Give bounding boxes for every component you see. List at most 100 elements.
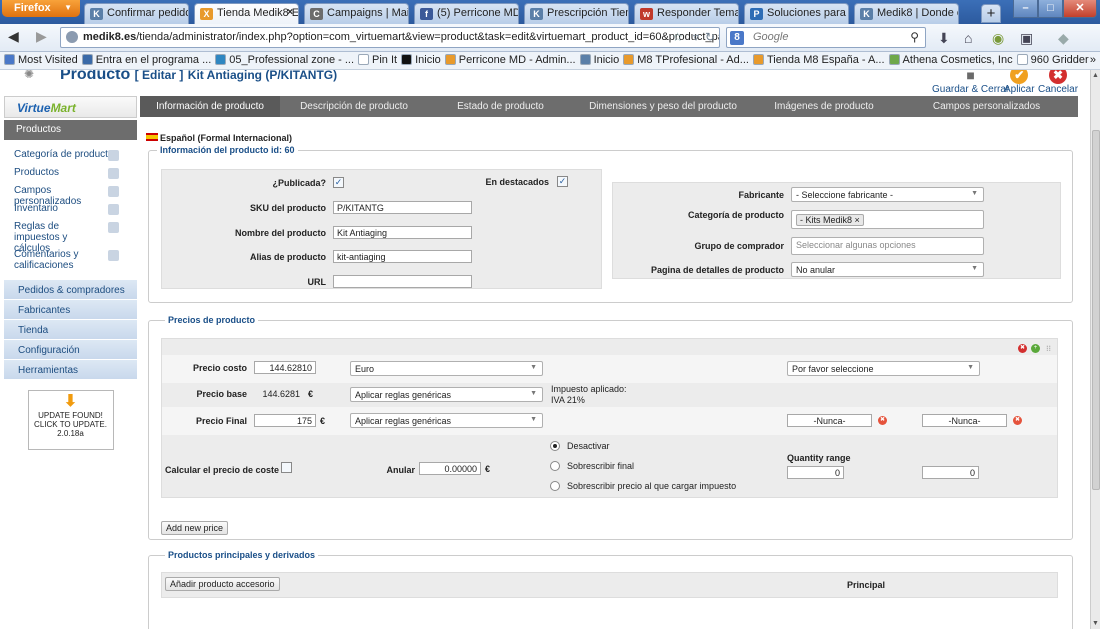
- google-icon[interactable]: 8: [730, 31, 744, 45]
- save-close-button[interactable]: ■ Guardar & Cerrar: [932, 70, 1009, 95]
- dropdown-icon[interactable]: ▿: [693, 30, 699, 44]
- scroll-down-icon[interactable]: ▼: [1092, 620, 1099, 627]
- sidebar-category[interactable]: Herramientas: [4, 360, 137, 380]
- close-tab-icon[interactable]: ×: [287, 7, 293, 18]
- cost-price-input[interactable]: 144.62810: [254, 361, 316, 374]
- sidebar-item[interactable]: Productos: [14, 166, 137, 184]
- manufacturer-select[interactable]: - Seleccione fabricante - ▼: [791, 187, 984, 202]
- site-identity-icon[interactable]: [66, 31, 78, 43]
- search-icon[interactable]: ⚲: [910, 30, 919, 44]
- page-scrollbar[interactable]: ▲ ▼: [1090, 70, 1100, 629]
- base-rules-select[interactable]: Aplicar reglas genéricas ▼: [350, 387, 543, 402]
- new-tab-button[interactable]: +: [981, 4, 1001, 23]
- clear-date-icon[interactable]: ✖: [878, 416, 887, 425]
- url-input[interactable]: [333, 275, 472, 288]
- radio-disable[interactable]: [550, 441, 560, 451]
- minimize-icon[interactable]: –: [1013, 0, 1038, 18]
- bookmark-star-icon[interactable]: ☆: [672, 30, 683, 44]
- sidebar-item[interactable]: Reglas de impuestos y cálculos: [14, 220, 137, 254]
- product-tab[interactable]: Imágenes de producto: [753, 96, 895, 117]
- more-icon[interactable]: ◆: [1058, 30, 1069, 47]
- add-new-price-button[interactable]: Add new price: [161, 521, 229, 535]
- bookmark-item[interactable]: 960 Gridder: [1016, 54, 1089, 66]
- browser-tab[interactable]: K Confirmar pedido: [84, 3, 189, 24]
- product-tab[interactable]: Descripción de producto: [280, 96, 428, 117]
- calc-cost-checkbox[interactable]: [281, 462, 292, 473]
- browser-tab[interactable]: C Campaigns | MailC...: [304, 3, 409, 24]
- add-price-icon[interactable]: +: [1031, 344, 1040, 353]
- bookmark-item[interactable]: Inicio: [579, 54, 619, 66]
- browser-tab[interactable]: f (5) Perricone MD Es...: [414, 3, 519, 24]
- product-tab[interactable]: Estado de producto: [428, 96, 573, 117]
- category-multiselect[interactable]: - Kits Medik8 ×: [791, 210, 984, 229]
- remove-price-icon[interactable]: ✖: [1018, 344, 1027, 353]
- alias-input[interactable]: kit-antiaging: [333, 250, 472, 263]
- menu-icon[interactable]: ▣: [1020, 30, 1033, 47]
- download-icon[interactable]: ⬇: [938, 30, 950, 47]
- bookmark-item[interactable]: 05_Professional zone - ...: [215, 54, 354, 66]
- sidebar-item[interactable]: Campos personalizados: [14, 184, 137, 207]
- browser-tab[interactable]: XTienda Medik8 E...×: [194, 3, 299, 24]
- search-input[interactable]: 8 Google ⚲: [726, 27, 926, 48]
- drag-handle-icon[interactable]: ⁝⁝: [1044, 344, 1053, 353]
- close-icon[interactable]: ✕: [1063, 0, 1097, 18]
- sidebar-item[interactable]: Inventario: [14, 202, 137, 220]
- published-checkbox[interactable]: ✓: [333, 177, 344, 188]
- bookmark-item[interactable]: Perricone MD - Admin...: [444, 54, 576, 66]
- firefox-menu-button[interactable]: Firefox ▼: [2, 0, 80, 17]
- scrollbar-thumb[interactable]: [1092, 130, 1100, 490]
- bookmarks-more-button[interactable]: »: [1090, 54, 1096, 66]
- addon-icon[interactable]: ◉: [992, 30, 1004, 47]
- final-rules-select[interactable]: Aplicar reglas genéricas ▼: [350, 413, 543, 428]
- featured-checkbox[interactable]: ✓: [557, 176, 568, 187]
- cancel-button[interactable]: ✖ Cancelar: [1038, 70, 1078, 95]
- final-price-input[interactable]: 175: [254, 414, 316, 427]
- sidebar-category[interactable]: Pedidos & compradores: [4, 280, 137, 300]
- scroll-up-icon[interactable]: ▲: [1092, 72, 1099, 79]
- sidebar-category[interactable]: Configuración: [4, 340, 137, 360]
- sidebar-category[interactable]: Tienda: [4, 320, 137, 340]
- browser-tab[interactable]: K Prescripción Tiend...: [524, 3, 629, 24]
- add-accessory-button[interactable]: Añadir producto accesorio: [165, 577, 280, 591]
- details-page-select[interactable]: No anular ▼: [791, 262, 984, 277]
- radio-override-final[interactable]: [550, 461, 560, 471]
- reload-icon[interactable]: ↻: [705, 30, 715, 44]
- home-icon[interactable]: ⌂: [964, 30, 972, 46]
- bookmark-item[interactable]: Athena Cosmetics, Inc: [888, 54, 1013, 66]
- radio-override-tax[interactable]: [550, 481, 560, 491]
- override-input[interactable]: 0.00000: [419, 462, 481, 475]
- sidebar-category[interactable]: Fabricantes: [4, 300, 137, 320]
- product-tab[interactable]: Información de producto: [140, 96, 280, 117]
- bookmark-item[interactable]: Inicio: [401, 54, 441, 66]
- virtuemart-logo[interactable]: VirtueMart: [4, 96, 137, 118]
- sku-input[interactable]: P/KITANTG: [333, 201, 472, 214]
- shopper-group-select[interactable]: Seleccionar algunas opciones: [791, 237, 984, 255]
- maximize-icon[interactable]: □: [1038, 0, 1063, 18]
- bookmark-item[interactable]: Tienda M8 España - A...: [752, 54, 885, 66]
- clear-date-icon[interactable]: ✖: [1013, 416, 1022, 425]
- bookmark-item[interactable]: Most Visited: [4, 54, 78, 66]
- bookmark-item[interactable]: M8 TProfesional - Ad...: [623, 54, 749, 66]
- back-icon[interactable]: ◀: [8, 28, 19, 45]
- browser-tab[interactable]: w Responder Tema: P...: [634, 3, 739, 24]
- shopper-select[interactable]: Por favor seleccione ▼: [787, 361, 980, 376]
- browser-tab[interactable]: K Medik8 | Donde co...: [854, 3, 959, 24]
- quantity-from-input[interactable]: 0: [787, 466, 844, 479]
- bookmark-item[interactable]: Entra en el programa ...: [81, 54, 211, 66]
- remove-chip-icon[interactable]: ×: [855, 215, 860, 225]
- product-name-input[interactable]: Kit Antiaging: [333, 226, 472, 239]
- publish-from-input[interactable]: -Nunca-: [787, 414, 872, 427]
- sidebar-item[interactable]: Categoría de producto: [14, 148, 137, 166]
- update-notice[interactable]: ⬇ UPDATE FOUND! CLICK TO UPDATE. 2.0.18a: [27, 390, 114, 450]
- publish-to-input[interactable]: -Nunca-: [922, 414, 1007, 427]
- forward-icon[interactable]: ▶: [36, 28, 47, 45]
- sidebar-item[interactable]: Comentarios y calificaciones: [14, 248, 137, 276]
- product-tab[interactable]: Campos personalizados: [895, 96, 1078, 117]
- browser-tab[interactable]: P Soluciones para em...: [744, 3, 849, 24]
- url-bar[interactable]: medik8.es/tienda/administrator/index.php…: [60, 27, 720, 48]
- product-tab[interactable]: Dimensiones y peso del producto: [573, 96, 753, 117]
- currency-select[interactable]: Euro ▼: [350, 361, 543, 376]
- quantity-to-input[interactable]: 0: [922, 466, 979, 479]
- sidebar-header-products[interactable]: Productos: [4, 120, 137, 140]
- apply-button[interactable]: ✔ Aplicar: [1004, 70, 1035, 95]
